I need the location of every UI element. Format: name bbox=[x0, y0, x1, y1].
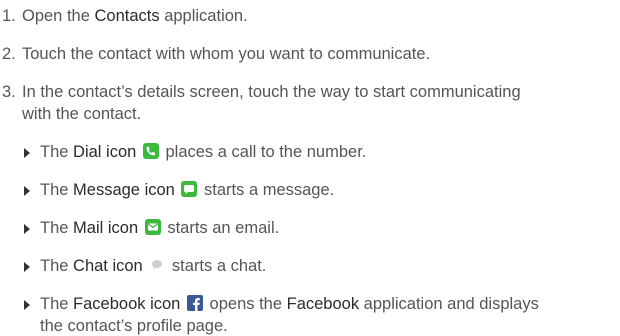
step-text: In the contact’s details screen, touch t… bbox=[22, 83, 521, 101]
icon-name: Message icon bbox=[73, 181, 175, 199]
bullet-arrow-icon bbox=[24, 186, 30, 196]
icon-name: Chat icon bbox=[73, 257, 143, 275]
bullet-arrow-icon bbox=[24, 262, 30, 272]
step-text: Open the bbox=[22, 7, 95, 25]
step-number: 2. bbox=[2, 45, 16, 63]
instruction-page: 1. Open the Contacts application. 2. Tou… bbox=[0, 0, 620, 335]
icon-name: Dial icon bbox=[73, 143, 137, 161]
bullet-text: starts a chat. bbox=[167, 257, 267, 275]
icon-name: Mail icon bbox=[73, 219, 139, 237]
bullet-text: application and displays bbox=[359, 295, 539, 313]
icon-name: Facebook icon bbox=[73, 295, 181, 313]
facebook-icon bbox=[186, 295, 203, 311]
step-text: application. bbox=[159, 7, 248, 25]
chat-icon bbox=[149, 257, 165, 273]
bullet-text: The bbox=[40, 181, 74, 199]
bullet-text: The bbox=[40, 295, 74, 313]
step-number: 1. bbox=[2, 7, 16, 25]
bullet-text: opens the bbox=[204, 295, 287, 313]
bullet-text: places a call to the number. bbox=[160, 143, 367, 161]
message-icon bbox=[181, 181, 198, 197]
bullet-arrow-icon bbox=[24, 300, 30, 310]
step-number: 3. bbox=[2, 83, 16, 101]
phone-icon bbox=[142, 143, 159, 159]
step-text: Touch the contact with whom you want to … bbox=[22, 45, 431, 63]
bullet-arrow-icon bbox=[24, 224, 30, 234]
bullet-text: starts an email. bbox=[162, 219, 280, 237]
mail-icon bbox=[144, 219, 161, 235]
step-text: with the contact. bbox=[22, 105, 142, 123]
bullet-text: the contact’s profile page. bbox=[40, 317, 228, 335]
bullet-text: starts a message. bbox=[199, 181, 335, 199]
bullet-arrow-icon bbox=[24, 148, 30, 158]
app-name: Facebook bbox=[286, 295, 360, 313]
bullet-text: The bbox=[40, 143, 74, 161]
bullet-text: The bbox=[40, 257, 74, 275]
bullet-text: The bbox=[40, 219, 74, 237]
app-name: Contacts bbox=[94, 7, 160, 25]
